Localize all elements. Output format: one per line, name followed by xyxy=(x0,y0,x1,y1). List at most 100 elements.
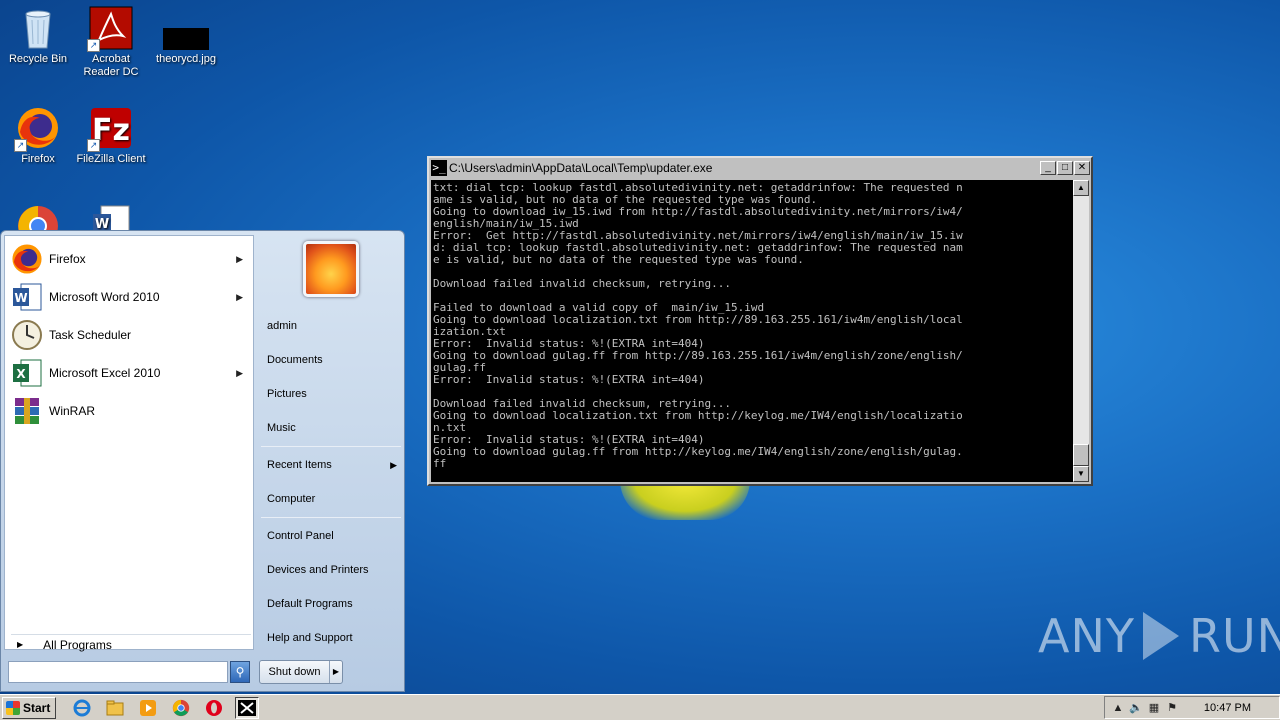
console-titlebar[interactable]: >_ C:\Users\admin\AppData\Local\Temp\upd… xyxy=(429,158,1091,178)
desktop-icon-theorycd[interactable]: theorycd.jpg xyxy=(148,6,224,66)
desktop-icon-filezilla[interactable]: Fz ↗ FileZilla Client xyxy=(73,106,149,166)
console-window[interactable]: >_ C:\Users\admin\AppData\Local\Temp\upd… xyxy=(427,156,1093,486)
shutdown-button-group: Shut down ▶ xyxy=(259,660,343,684)
start-link-label: Music xyxy=(267,422,296,434)
start-item-label: Firefox xyxy=(49,252,86,266)
taskbar-opera-icon[interactable] xyxy=(202,697,226,719)
anyrun-watermark: ANY RUN xyxy=(1038,608,1280,664)
start-link-label: Default Programs xyxy=(267,598,353,610)
search-icon[interactable]: ⚲ xyxy=(230,661,250,683)
start-link-recent-items[interactable]: Recent Items ▶ xyxy=(261,452,403,478)
wallpaper-flower xyxy=(620,480,750,520)
console-output-text: txt: dial tcp: lookup fastdl.absolutediv… xyxy=(433,181,963,470)
start-button-label: Start xyxy=(23,700,51,715)
start-item-excel[interactable]: X Microsoft Excel 2010 ▶ xyxy=(11,356,251,390)
start-link-devices-printers[interactable]: Devices and Printers xyxy=(261,557,403,583)
start-item-label: Microsoft Word 2010 xyxy=(49,290,160,304)
action-center-flag-icon[interactable]: ⚑ xyxy=(1163,701,1181,714)
all-programs-button[interactable]: ▶ All Programs xyxy=(11,634,251,654)
winrar-icon xyxy=(11,395,43,427)
filezilla-icon: Fz ↗ xyxy=(87,106,133,152)
start-search-input[interactable] xyxy=(8,661,228,683)
start-item-firefox[interactable]: Firefox ▶ xyxy=(11,242,251,276)
start-link-label: Control Panel xyxy=(267,530,334,542)
start-link-label: admin xyxy=(267,320,297,332)
console-output-area[interactable]: txt: dial tcp: lookup fastdl.absolutediv… xyxy=(431,180,1075,482)
scroll-up-arrow-icon[interactable]: ▲ xyxy=(1073,180,1089,196)
console-app-icon: >_ xyxy=(431,160,447,176)
start-item-winrar[interactable]: WinRAR xyxy=(11,394,251,428)
start-item-label: Task Scheduler xyxy=(49,328,132,342)
taskbar-media-player-icon[interactable] xyxy=(136,697,160,719)
start-link-default-programs[interactable]: Default Programs xyxy=(261,591,403,617)
start-link-label: Documents xyxy=(267,354,323,366)
start-link-music[interactable]: Music xyxy=(261,415,403,441)
recycle-bin-icon xyxy=(16,6,60,50)
firefox-icon xyxy=(11,243,43,275)
shutdown-options-arrow-icon[interactable]: ▶ xyxy=(330,661,342,683)
svg-text:X: X xyxy=(16,367,26,381)
start-item-task-scheduler[interactable]: Task Scheduler xyxy=(11,318,251,352)
separator xyxy=(261,446,401,447)
taskbar-ie-icon[interactable] xyxy=(70,697,94,719)
start-link-admin[interactable]: admin xyxy=(261,313,403,339)
desktop-icon-firefox[interactable]: ↗ Firefox xyxy=(0,106,76,166)
desktop-icon-label: Recycle Bin xyxy=(8,53,68,65)
desktop-icon-label: Firefox xyxy=(21,153,55,165)
tray-expand-arrow-icon[interactable]: ▲ xyxy=(1109,702,1127,714)
start-link-computer[interactable]: Computer xyxy=(261,486,403,512)
start-link-label: Computer xyxy=(267,493,316,505)
start-link-label: Devices and Printers xyxy=(267,564,369,576)
clock-icon xyxy=(11,319,43,351)
all-programs-label: All Programs xyxy=(43,637,112,652)
start-menu-programs-pane: Firefox ▶ W Microsoft Word 2010 ▶ Task S… xyxy=(4,235,254,652)
start-menu-places-pane: admin Documents Pictures Music Recent It… xyxy=(257,231,405,693)
start-link-help-support[interactable]: Help and Support xyxy=(261,625,403,651)
firefox-icon: ↗ xyxy=(14,106,60,152)
start-link-label: Recent Items xyxy=(267,459,332,471)
taskbar: Start ▲ 🔈 ▦ ⚑ 10:47 PM xyxy=(0,694,1280,720)
close-button[interactable]: ✕ xyxy=(1074,161,1090,175)
desktop-icon-label: Acrobat Reader DC xyxy=(83,53,139,78)
separator xyxy=(261,517,401,518)
maximize-button[interactable]: □ xyxy=(1057,161,1073,175)
start-link-documents[interactable]: Documents xyxy=(261,347,403,373)
minimize-button[interactable]: _ xyxy=(1040,161,1056,175)
image-file-icon xyxy=(163,6,209,50)
watermark-text-right: RUN xyxy=(1188,609,1280,663)
svg-text:W: W xyxy=(14,291,27,305)
desktop-icon-recycle-bin[interactable]: Recycle Bin xyxy=(0,6,76,66)
volume-icon[interactable]: 🔈 xyxy=(1127,701,1145,714)
desktop-icon-acrobat[interactable]: ↗ Acrobat Reader DC xyxy=(73,6,149,79)
start-item-label: WinRAR xyxy=(49,404,96,418)
start-link-control-panel[interactable]: Control Panel xyxy=(261,523,403,549)
expand-arrow-icon: ▶ xyxy=(17,640,24,649)
start-link-pictures[interactable]: Pictures xyxy=(261,381,403,407)
start-link-label: Pictures xyxy=(267,388,307,400)
start-item-word[interactable]: W Microsoft Word 2010 ▶ xyxy=(11,280,251,314)
shutdown-button[interactable]: Shut down xyxy=(260,661,330,683)
user-avatar[interactable] xyxy=(303,241,359,297)
desktop-icon-label: theorycd.jpg xyxy=(156,53,216,65)
acrobat-icon: ↗ xyxy=(87,6,133,52)
submenu-arrow-icon: ▶ xyxy=(236,253,243,264)
start-item-label: Microsoft Excel 2010 xyxy=(49,366,161,380)
console-scrollbar[interactable]: ▲ ▼ xyxy=(1073,180,1089,482)
play-logo-icon xyxy=(1141,608,1183,664)
shortcut-arrow-icon: ↗ xyxy=(87,39,100,52)
taskbar-console-icon[interactable] xyxy=(235,696,259,719)
scroll-down-arrow-icon[interactable]: ▼ xyxy=(1073,466,1089,482)
network-icon[interactable]: ▦ xyxy=(1145,701,1163,714)
clock[interactable]: 10:47 PM xyxy=(1204,702,1251,714)
shortcut-arrow-icon: ↗ xyxy=(14,139,27,152)
submenu-arrow-icon: ▶ xyxy=(236,291,243,302)
start-button[interactable]: Start xyxy=(2,696,56,719)
system-tray: ▲ 🔈 ▦ ⚑ 10:47 PM xyxy=(1104,696,1280,719)
scroll-thumb[interactable] xyxy=(1073,444,1089,466)
word-icon: W xyxy=(11,281,43,313)
start-link-label: Help and Support xyxy=(267,632,353,644)
taskbar-explorer-icon[interactable] xyxy=(103,697,127,719)
windows-logo-icon xyxy=(6,700,20,715)
taskbar-chrome-icon[interactable] xyxy=(169,697,193,719)
submenu-arrow-icon: ▶ xyxy=(236,367,243,378)
